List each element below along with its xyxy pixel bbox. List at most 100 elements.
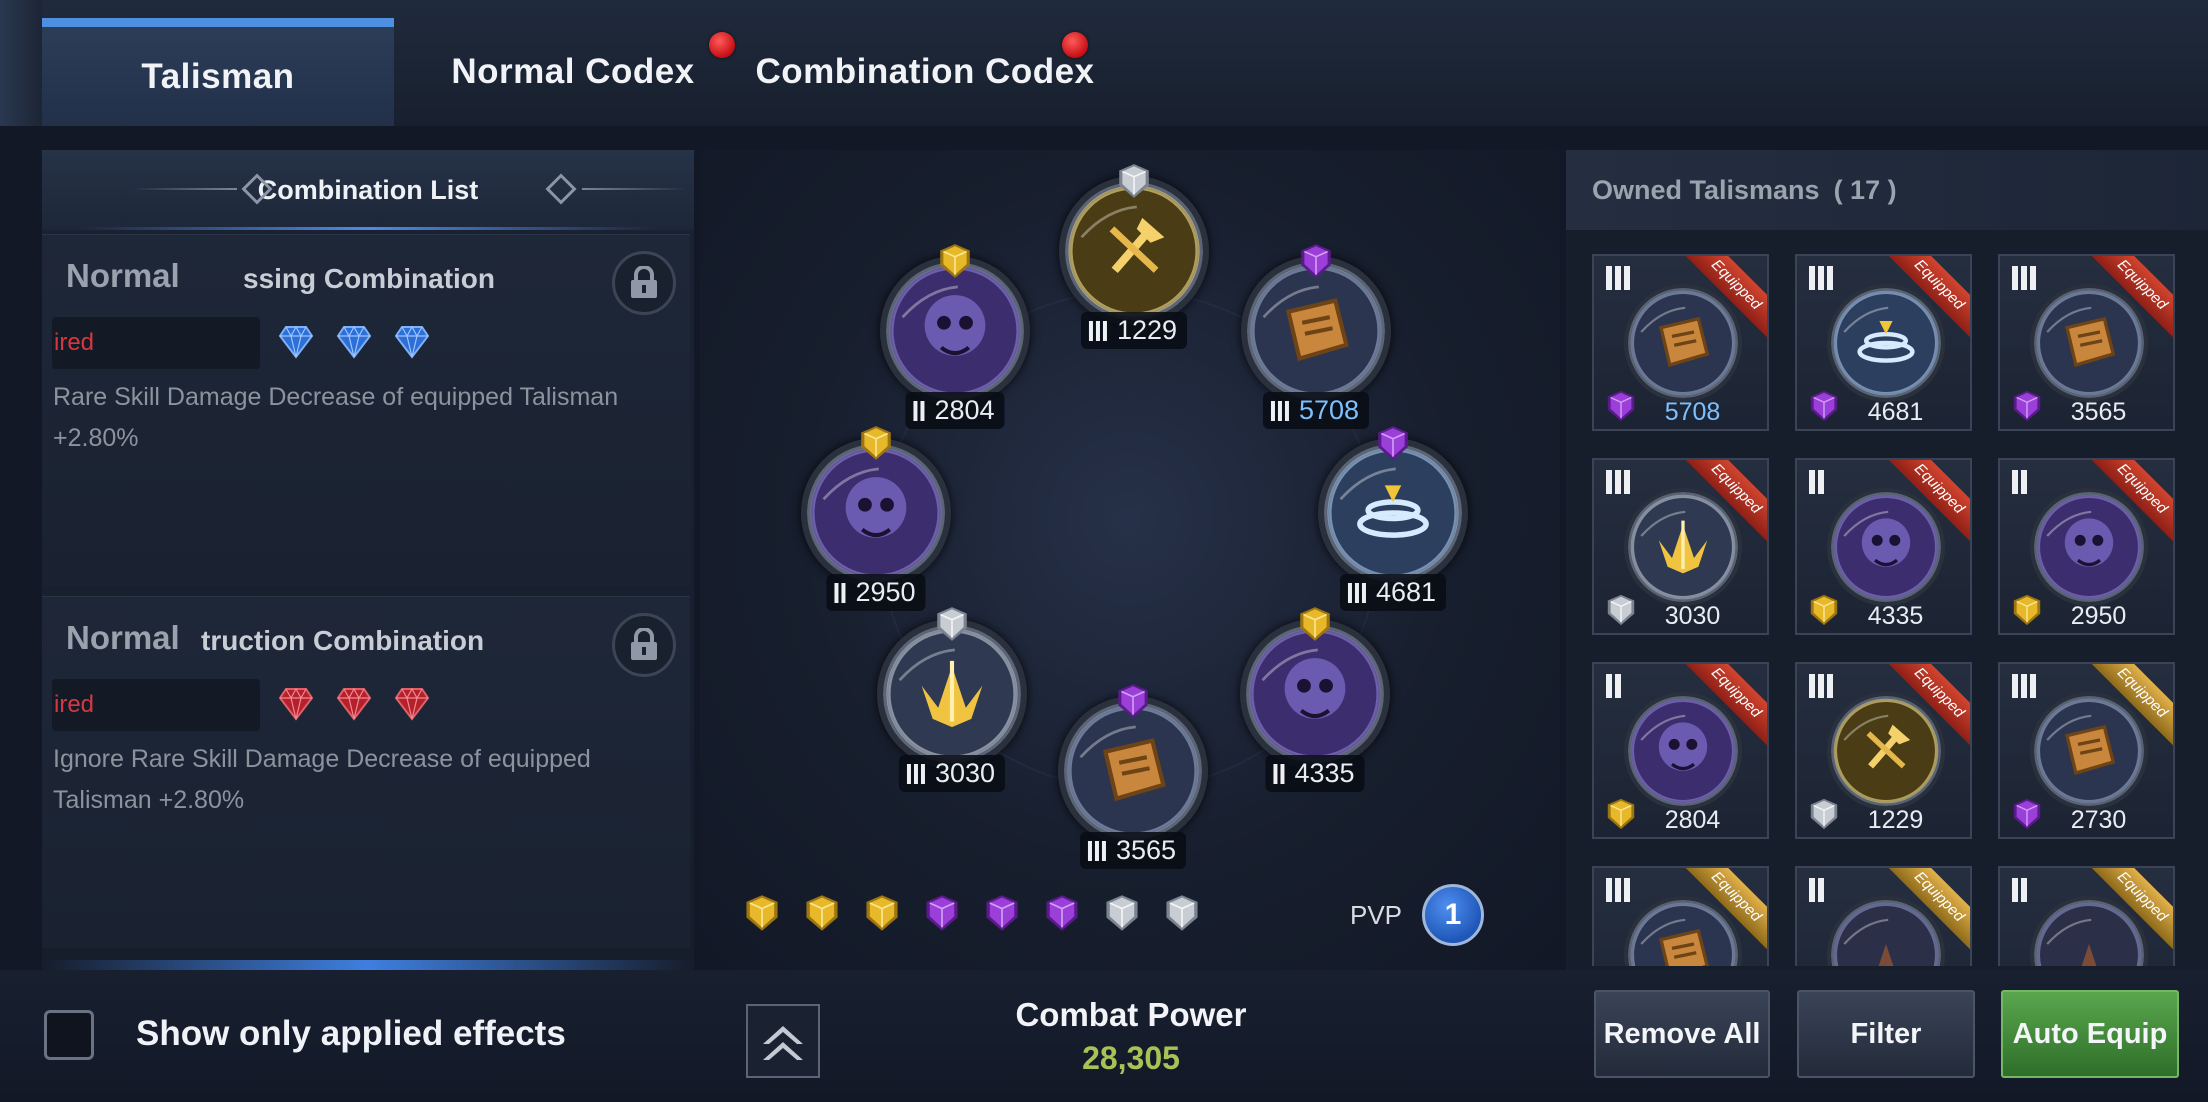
combination-card[interactable]: Normal ssing Combination ired Rare Skill…: [42, 234, 690, 586]
combination-card[interactable]: Normal truction Combination ired Ignore …: [42, 596, 690, 948]
equipped-talisman-slot[interactable]: 3565: [1058, 684, 1208, 869]
silver-gem-icon: [1119, 164, 1149, 198]
talisman-power-value: 3565: [2070, 398, 2127, 426]
tier-bar: [913, 763, 918, 784]
double-chevron-up-icon: [763, 1026, 803, 1060]
gold-gem-icon: [1300, 607, 1330, 641]
talisman-orb: [1827, 284, 1945, 402]
owned-talisman-card[interactable]: Equipped 5708: [1592, 254, 1769, 431]
skull-talisman-icon: [810, 447, 942, 579]
equipped-talisman-slot[interactable]: 3030: [877, 607, 1027, 792]
purple-gem-icon: [1046, 895, 1078, 931]
owned-talisman-card[interactable]: Equipped 2804: [1592, 662, 1769, 839]
equipped-talisman-slot[interactable]: 1229: [1059, 164, 1209, 349]
slot-power-label: 3030: [898, 755, 1006, 792]
slot-power-value: 4335: [1294, 758, 1355, 788]
tier-bar: [2030, 674, 2036, 698]
tier-bar: [841, 582, 846, 603]
combat-power-label: Combat Power: [1015, 996, 1247, 1033]
checkbox-label[interactable]: Show only applied effects: [136, 1014, 566, 1054]
remove-all-button[interactable]: Remove All: [1594, 990, 1770, 1078]
owned-count: ( 17 ): [1833, 174, 1897, 205]
talisman-power-value: 4335: [1867, 602, 1924, 630]
owned-talisman-card[interactable]: Equipped 2950: [1998, 458, 2175, 635]
equipped-talisman-slot[interactable]: 4681: [1318, 426, 1468, 611]
combat-power-value: 28,305: [1082, 1040, 1180, 1076]
tier-bar: [1354, 582, 1359, 603]
tab-talisman[interactable]: Talisman: [42, 18, 394, 126]
tier-indicator-icon: [1606, 674, 1621, 698]
scroll-talisman-icon: [2036, 290, 2142, 396]
tier-bar: [1809, 266, 1815, 290]
skull-talisman-icon: [1630, 698, 1736, 804]
tier-indicator-icon: [1606, 470, 1630, 494]
slot-power-label: 2804: [905, 392, 1005, 429]
cyclone-talisman-icon: [1327, 447, 1459, 579]
combination-description: Ignore Rare Skill Damage Decrease of equ…: [53, 745, 591, 814]
tab-normal-codex[interactable]: Normal Codex: [428, 18, 718, 126]
equipped-talisman-slot[interactable]: 2950: [801, 426, 951, 611]
owned-talisman-card[interactable]: Equipped: [1592, 866, 1769, 966]
owned-talisman-card[interactable]: Equipped 1229: [1795, 662, 1972, 839]
pvp-label: PVP: [1350, 900, 1403, 930]
tier-bar: [2021, 878, 2027, 902]
scroll-talisman-icon: [1630, 290, 1736, 396]
tier-indicator-icon: [1087, 840, 1106, 861]
tier-bar: [2012, 878, 2018, 902]
equipped-talisman-slot[interactable]: 5708: [1241, 244, 1391, 429]
talisman-power-value: 2804: [1664, 806, 1721, 834]
lock-button[interactable]: [612, 613, 676, 677]
filter-button[interactable]: Filter: [1797, 990, 1975, 1078]
tab-combination-codex[interactable]: Combination Codex: [752, 18, 1098, 126]
combination-list-header: Combination List: [42, 150, 694, 230]
slot-power-label: 4681: [1339, 574, 1447, 611]
talisman-orb: [2030, 488, 2148, 606]
owned-talisman-card[interactable]: Equipped 3030: [1592, 458, 1769, 635]
tier-bar: [1606, 674, 1612, 698]
owned-talisman-card[interactable]: Equipped 2730: [1998, 662, 2175, 839]
tier-bar: [1101, 840, 1106, 861]
equipped-talisman-slot[interactable]: 2804: [880, 244, 1030, 429]
tier-bar: [1809, 674, 1815, 698]
purple-gem-icon: [1301, 244, 1331, 278]
notification-dot-icon: [1062, 32, 1088, 58]
scroll-talisman-icon: [2036, 698, 2142, 804]
tier-bar: [1818, 674, 1824, 698]
owned-talisman-card[interactable]: Equipped: [1998, 866, 2175, 966]
gem-summary-strip: [742, 893, 1202, 933]
talisman-orb: [2030, 284, 2148, 402]
expand-button[interactable]: [746, 1004, 820, 1078]
tier-bar: [1827, 674, 1833, 698]
owned-talisman-card[interactable]: Equipped 4335: [1795, 458, 1972, 635]
tab-label: Combination Codex: [755, 52, 1095, 91]
owned-talisman-card[interactable]: Equipped 3565: [1998, 254, 2175, 431]
tier-indicator-icon: [2012, 266, 2036, 290]
owned-talisman-card[interactable]: Equipped 4681: [1795, 254, 1972, 431]
combination-description: Rare Skill Damage Decrease of equipped T…: [53, 383, 619, 452]
purple-gem-icon: [1378, 426, 1408, 460]
notification-dot-icon: [709, 32, 735, 58]
golden-wing-talisman-icon: [1630, 494, 1736, 600]
pvp-value: 1: [1444, 898, 1462, 931]
tier-bar: [1095, 320, 1100, 341]
golden-wing-talisman-icon: [886, 628, 1018, 760]
slot-power-value: 3030: [934, 758, 996, 788]
lock-button[interactable]: [612, 251, 676, 315]
tier-bar: [1284, 400, 1289, 421]
owned-talisman-card[interactable]: Equipped: [1795, 866, 1972, 966]
tier-indicator-icon: [1273, 763, 1285, 784]
tier-bar: [1606, 266, 1612, 290]
pvp-preset-button[interactable]: 1: [1422, 884, 1484, 946]
slot-power-label: 4335: [1265, 755, 1365, 792]
tier-bar: [1087, 840, 1092, 861]
tier-bar: [1606, 470, 1612, 494]
divider: [582, 188, 687, 190]
button-label: Filter: [1850, 1017, 1922, 1050]
silver-gem-icon: [937, 607, 967, 641]
owned-talisman-grid[interactable]: Equipped 5708 Equipped 4681 Equipped 3565 Equi…: [1592, 254, 2182, 966]
equipped-talisman-slot[interactable]: 4335: [1240, 607, 1390, 792]
talisman-power-value: 2950: [2070, 602, 2127, 630]
tier-indicator-icon: [834, 582, 846, 603]
auto-equip-button[interactable]: Auto Equip: [2001, 990, 2179, 1078]
applied-effects-checkbox[interactable]: [44, 1010, 94, 1060]
